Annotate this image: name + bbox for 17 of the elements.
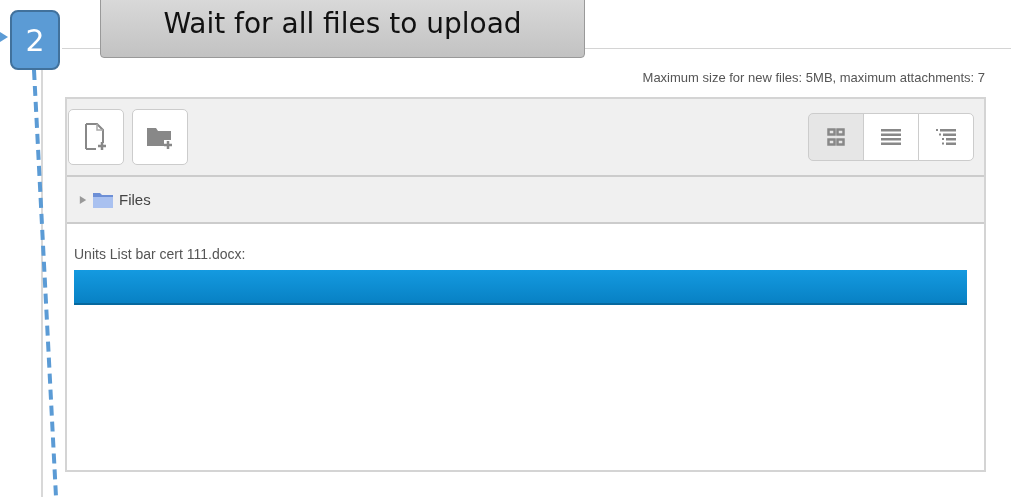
folder-label[interactable]: Files [119,191,151,208]
file-name: Units List bar cert 111.docx: [74,246,247,262]
add-file-icon [84,123,108,151]
step-number-badge: 2 [10,10,60,70]
upload-limits-text: Maximum size for new files: 5MB, maximum attachments: 7 [642,70,985,85]
grid-icon [827,128,845,146]
view-toggle-button[interactable] [918,113,974,161]
list-icon [881,129,901,145]
view-toggle-button[interactable] [808,113,864,161]
view-toggle-button[interactable] [863,113,919,161]
folder-icon [93,191,113,208]
add-folder-icon [146,125,174,149]
tree-list-icon [936,129,956,145]
add-folder-button[interactable] [132,109,188,165]
wait-banner: Wait for all files to upload [100,0,585,58]
expand-arrow-icon[interactable] [79,194,87,205]
add-file-button[interactable] [68,109,124,165]
